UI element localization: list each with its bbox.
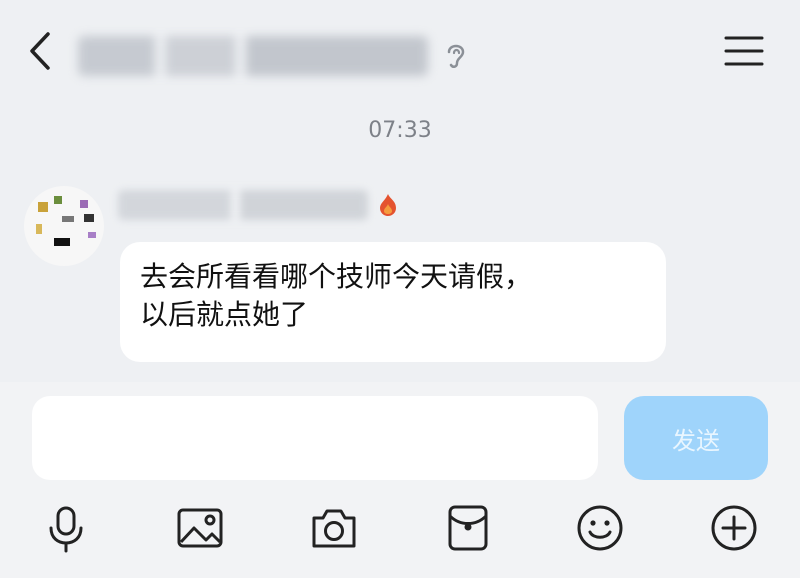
camera-icon [312, 509, 356, 548]
message-input[interactable] [32, 396, 598, 480]
back-button[interactable] [22, 26, 62, 76]
ear-icon[interactable] [444, 38, 468, 72]
image-icon [177, 508, 223, 548]
message-timestamp: 07:33 [368, 118, 432, 143]
chat-header [0, 0, 800, 100]
red-packet-button[interactable] [440, 500, 496, 556]
emoji-button[interactable] [572, 500, 628, 556]
menu-icon [724, 36, 764, 66]
plus-icon [711, 505, 757, 551]
photo-button[interactable] [172, 500, 228, 556]
microphone-icon [49, 506, 83, 553]
menu-button[interactable] [722, 32, 766, 72]
send-button[interactable]: 发送 [624, 396, 768, 480]
message-text: 去会所看看哪个技师今天请假， 以后就点她了 [140, 260, 533, 331]
composer-toolbar [0, 490, 800, 578]
emoji-icon [577, 505, 623, 551]
chat-title[interactable] [78, 36, 478, 76]
sender-name-blurred [118, 190, 368, 220]
red-packet-icon [448, 505, 488, 551]
voice-button[interactable] [38, 500, 94, 556]
avatar[interactable] [24, 186, 104, 266]
chevron-left-icon [30, 32, 50, 70]
flame-badge-icon [380, 194, 396, 216]
chat-title-blurred [78, 36, 428, 76]
camera-button[interactable] [306, 500, 362, 556]
message-bubble[interactable]: 去会所看看哪个技师今天请假， 以后就点她了 [120, 242, 666, 362]
more-button[interactable] [706, 500, 762, 556]
